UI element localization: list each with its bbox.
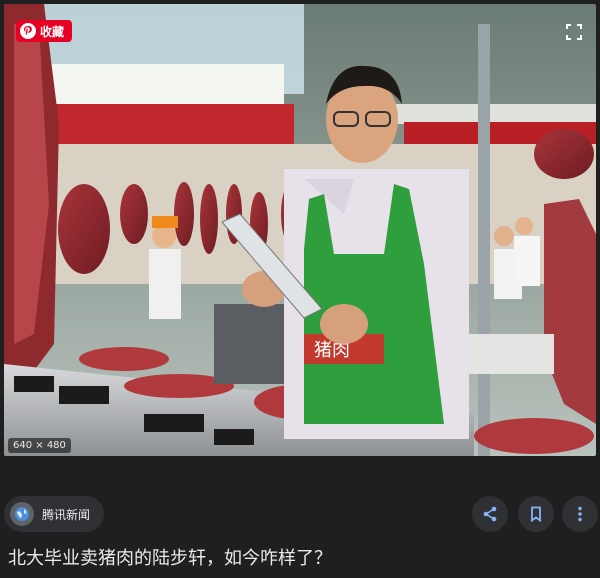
pinterest-icon xyxy=(20,23,36,39)
share-icon xyxy=(483,506,497,522)
share-button[interactable] xyxy=(472,496,508,532)
globe-icon xyxy=(10,502,34,526)
result-title[interactable]: 北大毕业卖猪肉的陆步轩，如今咋样了？ xyxy=(8,544,592,570)
bookmark-button[interactable] xyxy=(518,496,554,532)
butcher-photo: 猪肉 xyxy=(4,4,596,456)
image-dimensions-badge: 640 × 480 xyxy=(8,438,71,453)
more-options-button[interactable] xyxy=(562,496,598,532)
preview-image[interactable]: 猪肉 收藏 640 × 480 xyxy=(4,4,596,456)
bookmark-icon xyxy=(531,506,541,523)
save-label: 收藏 xyxy=(40,24,65,39)
expand-button[interactable] xyxy=(562,20,586,44)
expand-icon xyxy=(566,24,582,40)
source-name: 腾讯新闻 xyxy=(42,507,91,522)
save-button[interactable]: 收藏 xyxy=(16,20,73,42)
more-vert-icon xyxy=(578,506,582,522)
source-chip[interactable]: 腾讯新闻 xyxy=(4,496,105,532)
image-viewer: 猪肉 收藏 640 × 480 腾讯新闻 北大毕业卖猪肉的陆步轩，如今咋样了？ xyxy=(0,0,600,578)
